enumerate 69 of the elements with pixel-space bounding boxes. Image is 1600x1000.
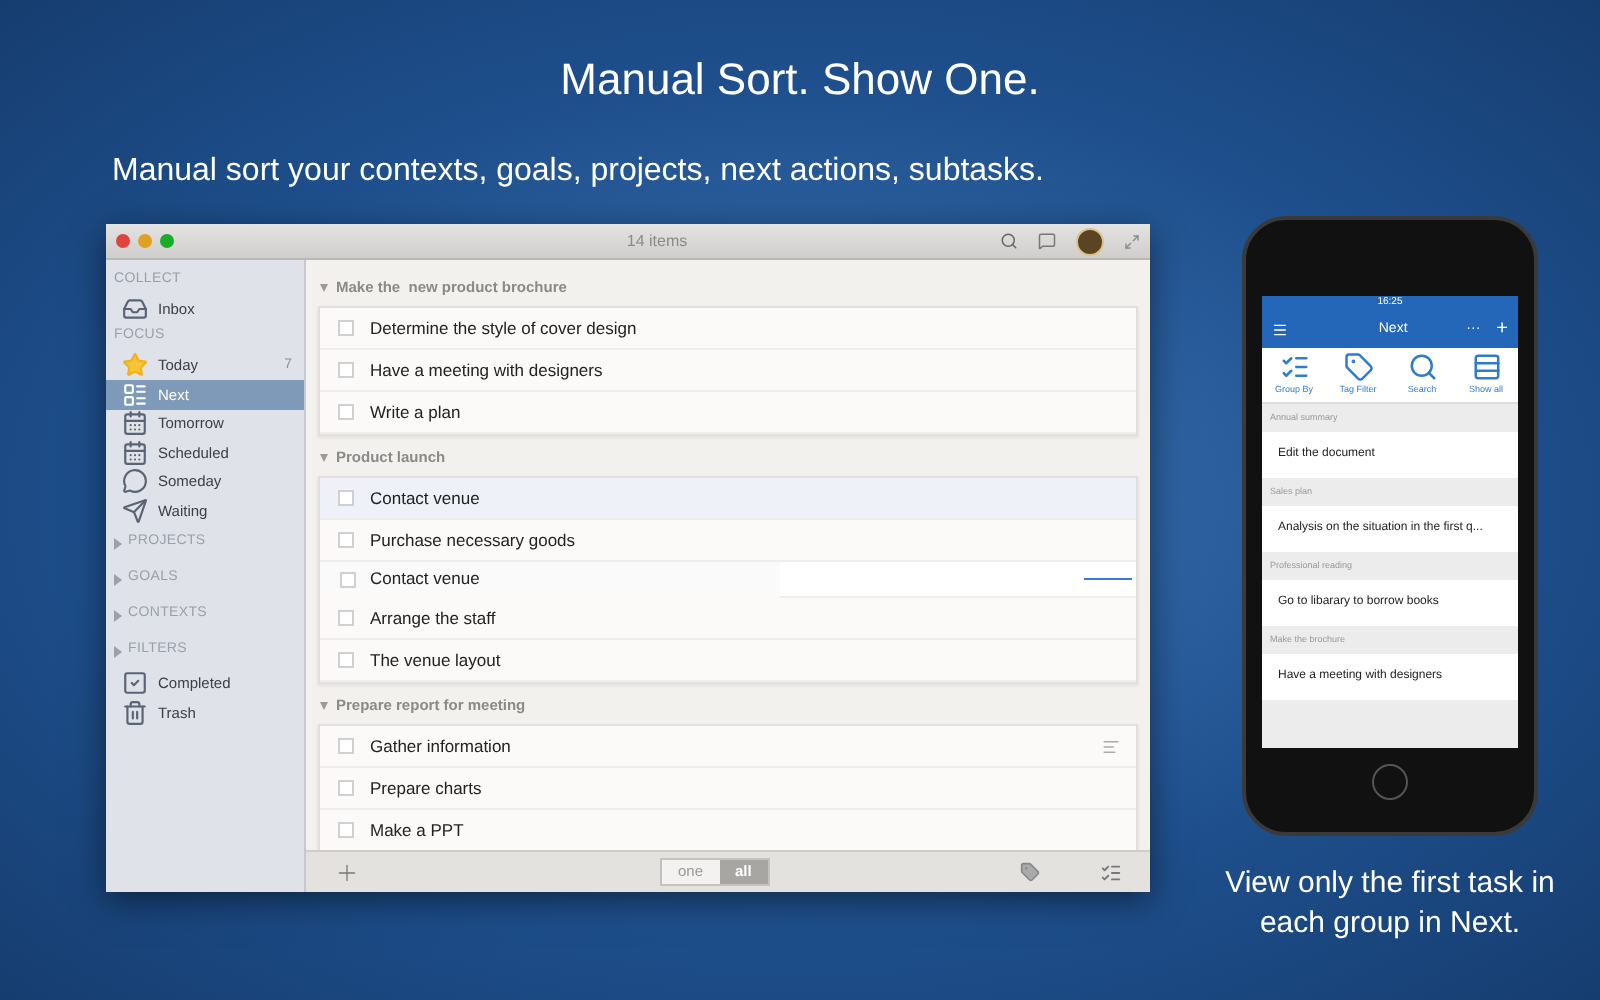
close-window-button[interactable] [116, 234, 130, 248]
task-row[interactable]: Make a PPT [320, 810, 1136, 850]
inbox-icon [122, 295, 148, 322]
task-checkbox[interactable] [338, 822, 354, 838]
task-row[interactable]: Contact venue [320, 478, 1136, 520]
task-label: Gather information [370, 733, 513, 759]
list-icon [1279, 352, 1309, 383]
paper-plane-icon [122, 497, 148, 524]
caption: View only the first task in each group in Next. [1223, 864, 1557, 944]
checkbox-icon [122, 670, 148, 697]
disclosure-triangle-icon[interactable] [114, 645, 122, 657]
drop-indicator [1084, 578, 1132, 580]
task-label: Have a meeting with designers [370, 357, 605, 383]
menu-icon[interactable] [1272, 322, 1288, 338]
trash-icon [122, 699, 148, 726]
task-row[interactable]: Have a meeting with designers [320, 350, 1136, 392]
task-label: Purchase necessary goods [370, 527, 578, 553]
rows-icon [1471, 352, 1501, 383]
task-row[interactable]: Write a plan [320, 392, 1136, 434]
task-checkbox[interactable] [338, 610, 354, 626]
star-icon [122, 352, 148, 379]
task-row[interactable]: Determine the style of cover design [320, 308, 1136, 350]
task-row[interactable]: Arrange the staff [320, 598, 1136, 640]
task-label: The venue layout [370, 647, 503, 673]
task-checkbox[interactable] [338, 780, 354, 796]
minimize-window-button[interactable] [138, 234, 152, 248]
task-label: Determine the style of cover design [370, 315, 639, 341]
task-label: Write a plan [370, 399, 463, 425]
task-checkbox[interactable] [338, 320, 354, 336]
collapse-triangle-icon[interactable] [320, 702, 328, 710]
task-row[interactable]: Prepare charts [320, 768, 1136, 810]
ghost-label: Contact venue [370, 566, 480, 592]
list-icon [122, 381, 148, 408]
headline: Manual Sort. Show One. [560, 52, 1040, 108]
home-button[interactable] [1372, 764, 1408, 800]
list-icon[interactable] [1100, 861, 1122, 883]
task-label: Make a PPT [370, 817, 466, 843]
speech-bubble-icon [122, 468, 148, 495]
task-checkbox[interactable] [338, 532, 354, 548]
collapse-triangle-icon[interactable] [320, 454, 328, 462]
tag-icon [1343, 352, 1373, 383]
task-checkbox[interactable] [338, 490, 354, 506]
task-checkbox[interactable] [338, 738, 354, 754]
task-label: Arrange the staff [370, 605, 498, 631]
task-row[interactable]: Gather information [320, 726, 1136, 768]
window-title: 14 items [626, 229, 688, 253]
disclosure-triangle-icon[interactable] [114, 609, 122, 621]
fullscreen-icon[interactable] [1124, 233, 1140, 249]
task-checkbox[interactable] [338, 652, 354, 668]
task-label: Prepare charts [370, 775, 484, 801]
avatar[interactable] [1076, 227, 1104, 255]
zoom-window-button[interactable] [160, 234, 174, 248]
task-row[interactable]: Purchase necessary goods [320, 520, 1136, 562]
disclosure-triangle-icon[interactable] [114, 537, 122, 549]
disclosure-triangle-icon[interactable] [114, 573, 122, 585]
calendar-icon [122, 439, 148, 466]
calendar-icon [122, 410, 148, 437]
chat-icon[interactable] [1038, 232, 1056, 250]
collapse-triangle-icon[interactable] [320, 284, 328, 292]
subtitle: Manual sort your contexts, goals, projects, next actions, subtasks. [112, 154, 1044, 188]
task-row[interactable]: The venue layout [320, 640, 1136, 682]
task-label: Contact venue [370, 485, 482, 511]
task-checkbox[interactable] [338, 362, 354, 378]
add-button[interactable]: + [1496, 320, 1508, 340]
add-icon[interactable] [334, 859, 360, 885]
search-icon [1407, 352, 1437, 383]
search-icon[interactable] [1000, 232, 1018, 250]
tag-icon[interactable] [1020, 862, 1040, 882]
task-checkbox[interactable] [338, 404, 354, 420]
